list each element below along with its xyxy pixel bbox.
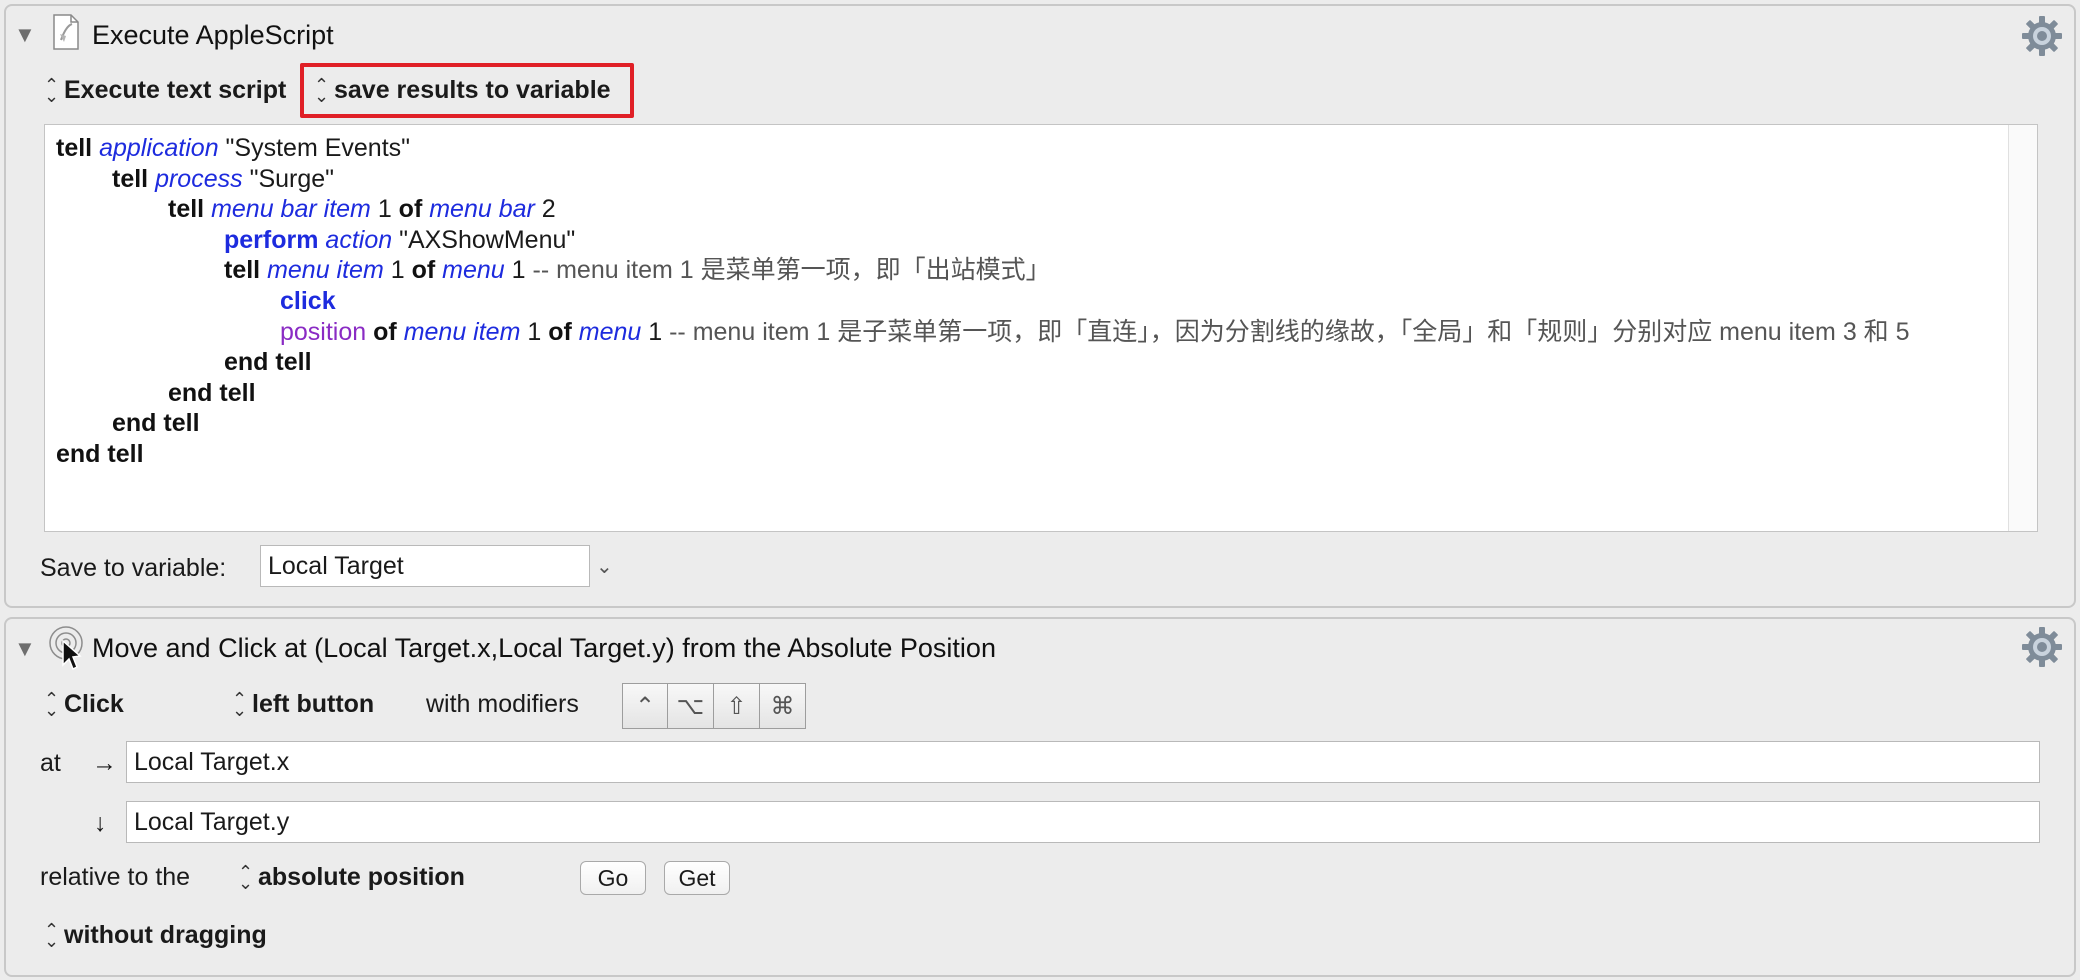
x-coordinate-field[interactable]: Local Target.x xyxy=(126,741,2040,783)
updown-chevron-icon: ⌃ ⌄ xyxy=(44,920,60,952)
get-button[interactable]: Get xyxy=(664,861,730,895)
script-token xyxy=(572,318,579,346)
script-token: end tell xyxy=(168,378,256,407)
execute-applescript-action: ▼ Execute AppleScript ⌃ ⌄ Execute text s… xyxy=(4,4,2076,608)
gear-icon[interactable] xyxy=(2020,14,2064,63)
mouse-click-icon xyxy=(46,625,86,676)
script-editor[interactable]: tell application "System Events" tell pro… xyxy=(44,124,2038,532)
script-line: end tell xyxy=(56,408,1910,439)
script-token: end tell xyxy=(56,439,144,468)
script-token: 2 xyxy=(534,195,556,224)
disclosure-triangle-icon[interactable]: ▼ xyxy=(14,638,36,660)
script-token: end tell xyxy=(224,348,312,377)
script-line: tell menu bar item 1 of menu bar 2 xyxy=(56,194,1910,225)
action-title: Execute AppleScript xyxy=(92,20,334,50)
variable-name-field[interactable]: Local Target xyxy=(260,545,590,587)
script-token: tell xyxy=(112,164,149,193)
save-to-variable-label: Save to variable: xyxy=(40,554,227,582)
script-line: end tell xyxy=(56,439,1910,470)
script-token: -- menu item 1 是子菜单第一项，即「直连」，因为分割线的缘故，「全… xyxy=(669,317,1910,346)
execute-text-script-popup[interactable]: ⌃ ⌄ Execute text script xyxy=(44,76,286,105)
dragging-mode-popup[interactable]: ⌃ ⌄ without dragging xyxy=(44,921,267,950)
updown-chevron-icon: ⌃ ⌄ xyxy=(238,862,254,894)
popup-label: save results to variable xyxy=(334,76,611,104)
updown-chevron-icon: ⌃ ⌄ xyxy=(232,689,248,721)
script-line: perform action "AXShowMenu" xyxy=(56,225,1910,256)
action-title: Move and Click at (Local Target.x,Local … xyxy=(92,633,996,663)
modifier-buttons: ⌃ ⌥ ⇧ ⌘ xyxy=(622,683,806,729)
script-token: -- menu item 1 是菜单第一项，即「出站模式」 xyxy=(532,256,1051,285)
arrow-down-icon: ↓ xyxy=(94,809,107,837)
editor-scrollbar[interactable] xyxy=(2008,125,2037,531)
with-modifiers-label: with modifiers xyxy=(426,690,579,718)
script-token: of xyxy=(548,317,572,346)
script-token: menu bar item xyxy=(211,195,371,224)
script-token: "System Events" xyxy=(218,134,411,162)
move-and-click-action: ▼ Move and Click at (Local Target.x,Loca… xyxy=(4,617,2076,977)
mouse-button-popup[interactable]: ⌃ ⌄ left button xyxy=(232,690,374,719)
script-token: of xyxy=(373,317,397,346)
script-text: tell application "System Events" tell pro… xyxy=(56,133,1910,470)
updown-chevron-icon: ⌃ ⌄ xyxy=(44,75,60,107)
script-line: tell process "Surge" xyxy=(56,164,1910,195)
control-modifier-button[interactable]: ⌃ xyxy=(622,683,668,729)
script-line: tell menu item 1 of menu 1 -- menu item … xyxy=(56,255,1910,286)
chevron-down-icon[interactable]: ⌄ xyxy=(596,554,613,579)
script-token: "Surge" xyxy=(242,164,335,193)
script-token: menu bar xyxy=(429,195,535,224)
script-token: end tell xyxy=(112,409,200,438)
script-token: 1 xyxy=(504,256,533,285)
go-button[interactable]: Go xyxy=(580,861,646,895)
script-line: end tell xyxy=(56,347,1910,378)
script-token: position xyxy=(280,317,367,346)
script-token: click xyxy=(280,286,336,315)
script-token: menu item xyxy=(403,317,521,346)
script-token: of xyxy=(398,195,423,224)
script-token: 1 xyxy=(383,256,412,285)
script-token: 1 xyxy=(520,317,549,346)
arrow-right-icon: → xyxy=(92,749,117,777)
updown-chevron-icon: ⌃ ⌄ xyxy=(44,689,60,721)
script-token: tell xyxy=(168,195,205,224)
script-line: end tell xyxy=(56,378,1910,409)
gear-icon[interactable] xyxy=(2020,625,2064,674)
script-token: action xyxy=(325,225,393,254)
save-results-popup[interactable]: ⌃ ⌄ save results to variable xyxy=(314,76,611,105)
popup-label: absolute position xyxy=(258,863,465,891)
script-token xyxy=(397,318,404,346)
click-type-popup[interactable]: ⌃ ⌄ Click xyxy=(44,690,124,719)
script-token: tell xyxy=(56,134,93,162)
popup-label: Click xyxy=(64,690,124,718)
updown-chevron-icon: ⌃ ⌄ xyxy=(314,75,330,107)
script-token: process xyxy=(155,164,243,193)
script-token: tell xyxy=(224,256,261,285)
script-line: click xyxy=(56,286,1910,317)
option-modifier-button[interactable]: ⌥ xyxy=(668,683,714,729)
popup-label: Execute text script xyxy=(64,76,287,104)
script-token: menu xyxy=(442,256,505,285)
at-label: at xyxy=(40,749,61,777)
relative-to-label: relative to the xyxy=(40,863,191,891)
script-line: position of menu item 1 of menu 1 -- men… xyxy=(56,317,1910,348)
script-token: menu item xyxy=(267,256,384,285)
script-line: tell application "System Events" xyxy=(56,133,1910,164)
script-token: 1 xyxy=(641,317,670,346)
popup-label: left button xyxy=(252,690,375,718)
y-coordinate-field[interactable]: Local Target.y xyxy=(126,801,2040,843)
script-token: perform xyxy=(224,225,319,254)
shift-modifier-button[interactable]: ⇧ xyxy=(714,683,760,729)
script-token: application xyxy=(99,134,219,162)
script-token: menu xyxy=(578,317,642,346)
command-modifier-button[interactable]: ⌘ xyxy=(760,683,806,729)
script-token: of xyxy=(411,256,436,285)
script-token: "AXShowMenu" xyxy=(392,225,576,254)
position-mode-popup[interactable]: ⌃ ⌄ absolute position xyxy=(238,863,465,892)
script-token: 1 xyxy=(370,195,399,224)
popup-label: without dragging xyxy=(64,921,267,949)
applescript-icon xyxy=(52,14,80,55)
disclosure-triangle-icon[interactable]: ▼ xyxy=(14,24,36,46)
